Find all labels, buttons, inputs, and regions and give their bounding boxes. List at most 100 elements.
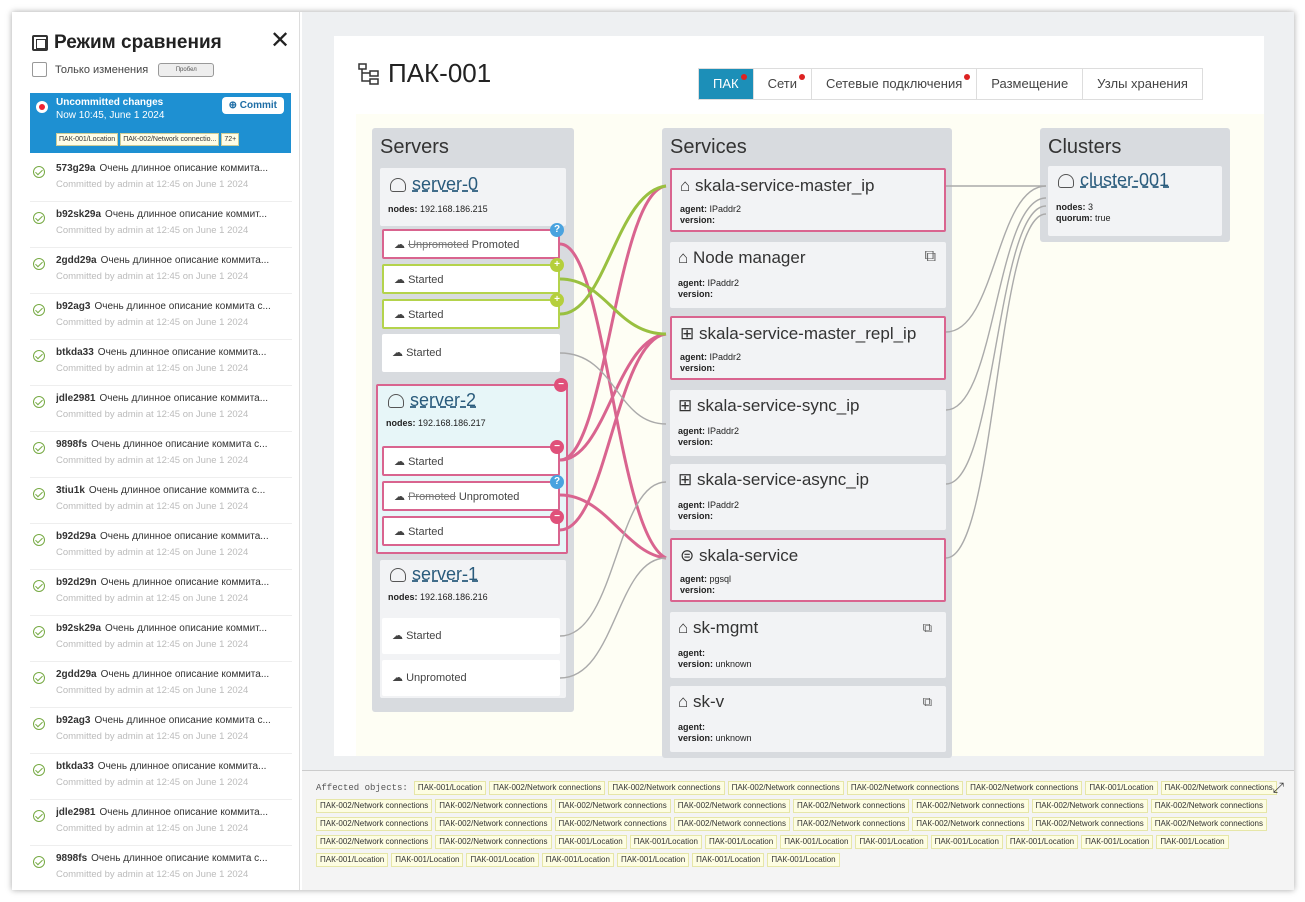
commit-check-icon <box>33 258 45 270</box>
tag: ПАК-002/Network connectio... <box>120 133 220 146</box>
commit-summary: 2gdd29a Очень длинное описание коммита... <box>56 669 270 680</box>
affected-tag[interactable]: ПАК-001/Location <box>855 835 928 849</box>
commit-item[interactable]: 573g29a Очень длинное описание коммита...… <box>30 156 292 202</box>
commit-summary: btkda33 Очень длинное описание коммита... <box>56 347 267 358</box>
commit-summary: 3tiu1k Очень длинное описание коммита с..… <box>56 485 266 496</box>
shortcut-hint: Пробел <box>158 62 215 77</box>
affected-tag[interactable]: ПАК-002/Network connections <box>793 817 910 831</box>
affected-tag[interactable]: ПАК-002/Network connections <box>554 817 671 831</box>
panel-header: Режим сравнения <box>32 32 222 54</box>
close-icon[interactable]: ✕ <box>270 26 290 55</box>
tab-network-connections[interactable]: Сетевые подключения <box>812 69 978 99</box>
page-title-row: ПАК-001 <box>358 58 491 89</box>
affected-tag[interactable]: ПАК-001/Location <box>1005 835 1079 849</box>
tab-pak[interactable]: ПАК <box>699 69 754 99</box>
commit-item[interactable]: 3tiu1k Очень длинное описание коммита с..… <box>30 478 292 524</box>
affected-tag[interactable]: ПАК-002/Network connections <box>316 799 433 813</box>
affected-tag[interactable]: ПАК-001/Location <box>767 853 840 867</box>
only-changes-checkbox[interactable] <box>32 62 47 77</box>
commit-item[interactable]: b92d29a Очень длинное описание коммита...… <box>30 524 292 570</box>
commit-check-icon <box>33 488 45 500</box>
commit-check-icon <box>33 672 45 684</box>
commit-meta: Committed by admin at 12:45 on June 1 20… <box>56 225 249 236</box>
affected-tag[interactable]: ПАК-002/Network connections <box>316 835 433 849</box>
affected-tag[interactable]: ПАК-001/Location <box>466 853 539 867</box>
affected-tag[interactable]: ПАК-001/Location <box>316 853 389 867</box>
commit-check-icon <box>33 304 45 316</box>
commit-item[interactable]: b92d29n Очень длинное описание коммита...… <box>30 570 292 616</box>
commit-item[interactable]: b92sk29a Очень длинное описание коммит...… <box>30 202 292 248</box>
affected-tag[interactable]: ПАК-002/Network connections <box>1031 799 1148 813</box>
commit-item[interactable]: jdle2981 Очень длинное описание коммита..… <box>30 386 292 432</box>
commit-item[interactable]: btkda33 Очень длинное описание коммита...… <box>30 340 292 386</box>
commit-button[interactable]: ⊕ Commit <box>221 97 284 114</box>
commit-item[interactable]: 2gdd29a Очень длинное описание коммита...… <box>30 248 292 294</box>
commit-item[interactable]: b92ag3 Очень длинное описание коммита с..… <box>30 294 292 340</box>
tag-more: 72+ <box>221 133 240 146</box>
affected-tag[interactable]: ПАК-001/Location <box>930 835 1003 849</box>
tab-storage-nodes[interactable]: Узлы хранения <box>1083 69 1202 99</box>
tab-bar: ПАК Сети Сетевые подключения Размещение … <box>698 68 1203 100</box>
affected-tag[interactable]: ПАК-002/Network connections <box>966 781 1083 795</box>
affected-tag[interactable]: ПАК-002/Network connections <box>1031 817 1148 831</box>
commit-meta: Committed by admin at 12:45 on June 1 20… <box>56 271 249 282</box>
affected-tag[interactable]: ПАК-002/Network connections <box>1150 799 1267 813</box>
uncommitted-changes-item[interactable]: Uncommitted changes Now 10:45, June 1 20… <box>30 93 291 153</box>
commit-check-icon <box>33 166 45 178</box>
affected-tag[interactable]: ПАК-001/Location <box>1156 835 1229 849</box>
affected-tag[interactable]: ПАК-001/Location <box>391 853 464 867</box>
affected-label: Affected objects: <box>316 783 408 793</box>
affected-tag[interactable]: ПАК-001/Location <box>541 853 614 867</box>
only-changes-label: Только изменения <box>55 63 149 76</box>
affected-tag[interactable]: ПАК-002/Network connections <box>435 817 552 831</box>
tab-label: Сети <box>767 76 797 91</box>
commit-item[interactable]: btkda33 Очень длинное описание коммита...… <box>30 754 292 800</box>
affected-tag[interactable]: ПАК-002/Network connections <box>554 799 671 813</box>
commit-item[interactable]: jdle2981 Очень длинное описание коммита..… <box>30 800 292 846</box>
affected-tag[interactable]: ПАК-001/Location <box>1085 781 1158 795</box>
tab-label: Сетевые подключения <box>826 76 963 91</box>
affected-tag[interactable]: ПАК-002/Network connections <box>489 781 606 795</box>
commit-meta: Committed by admin at 12:45 on June 1 20… <box>56 547 249 558</box>
commit-check-icon <box>33 212 45 224</box>
affected-tag[interactable]: ПАК-002/Network connections <box>846 781 964 795</box>
affected-tag[interactable]: ПАК-001/Location <box>780 835 853 849</box>
commit-meta: Committed by admin at 12:45 on June 1 20… <box>56 179 249 190</box>
commit-item[interactable]: b92ag3 Очень длинное описание коммита с..… <box>30 708 292 754</box>
commit-meta: Committed by admin at 12:45 on June 1 20… <box>56 501 249 512</box>
commit-check-icon <box>33 718 45 730</box>
affected-tag[interactable]: ПАК-001/Location <box>704 835 778 849</box>
affected-tag[interactable]: ПАК-002/Network connections <box>1160 781 1277 795</box>
commit-summary: b92d29a Очень длинное описание коммита... <box>56 531 269 542</box>
affected-tag[interactable]: ПАК-001/Location <box>554 835 627 849</box>
affected-tag[interactable]: ПАК-001/Location <box>413 781 487 795</box>
connection-lines <box>559 184 1047 679</box>
affected-tag[interactable]: ПАК-002/Network connections <box>673 817 790 831</box>
expand-icon[interactable]: ⤢ <box>1273 779 1284 796</box>
tab-placement[interactable]: Размещение <box>977 69 1084 99</box>
commit-summary: b92ag3 Очень длинное описание коммита с..… <box>56 715 271 726</box>
affected-tag[interactable]: ПАК-001/Location <box>616 853 690 867</box>
commit-item[interactable]: 9898fs Очень длинное описание коммита с..… <box>30 846 292 890</box>
affected-tag[interactable]: ПАК-001/Location <box>692 853 765 867</box>
tab-networks[interactable]: Сети <box>754 69 812 99</box>
affected-tag[interactable]: ПАК-002/Network connections <box>1150 817 1267 831</box>
affected-tag[interactable]: ПАК-002/Network connections <box>727 781 844 795</box>
affected-tag[interactable]: ПАК-002/Network connections <box>608 781 725 795</box>
affected-tag[interactable]: ПАК-002/Network connections <box>912 817 1029 831</box>
page-title: ПАК-001 <box>388 58 492 88</box>
affected-tag[interactable]: ПАК-001/Location <box>1081 835 1154 849</box>
tab-label: Узлы хранения <box>1097 76 1188 91</box>
affected-tag[interactable]: ПАК-001/Location <box>629 835 702 849</box>
affected-tag[interactable]: ПАК-002/Network connections <box>316 817 433 831</box>
affected-tag[interactable]: ПАК-002/Network connections <box>435 835 552 849</box>
affected-tag[interactable]: ПАК-002/Network connections <box>435 799 552 813</box>
affected-tag[interactable]: ПАК-002/Network connections <box>673 799 790 813</box>
commit-item[interactable]: 9898fs Очень длинное описание коммита с..… <box>30 432 292 478</box>
uncommitted-tags: ПАК-001/Location ПАК-002/Network connect… <box>56 133 240 146</box>
affected-tag[interactable]: ПАК-002/Network connections <box>912 799 1029 813</box>
commit-item[interactable]: 2gdd29a Очень длинное описание коммита...… <box>30 662 292 708</box>
tab-label: ПАК <box>713 76 739 91</box>
commit-item[interactable]: b92sk29a Очень длинное описание коммит...… <box>30 616 292 662</box>
affected-tag[interactable]: ПАК-002/Network connections <box>793 799 910 813</box>
